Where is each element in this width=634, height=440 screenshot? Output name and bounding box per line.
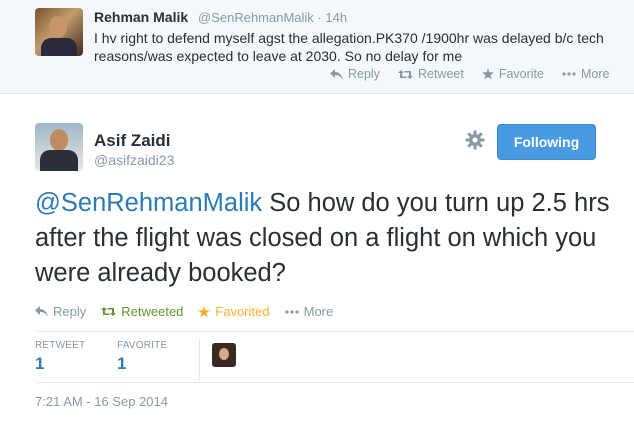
following-button[interactable]: Following (497, 124, 596, 160)
author-name[interactable]: Asif Zaidi (94, 131, 171, 151)
more-dots-icon (562, 72, 576, 76)
parent-retweet-button[interactable]: Retweet (397, 67, 464, 81)
tweet-actions: Reply Retweeted Favorited More (35, 304, 348, 319)
parent-favorite-button[interactable]: Favorite (481, 67, 544, 81)
favorite-star-icon (198, 305, 211, 317)
retweeted-label: Retweeted (121, 304, 184, 319)
more-button[interactable]: More (285, 304, 334, 319)
reply-button[interactable]: Reply (35, 304, 86, 319)
avatar-body (41, 38, 77, 56)
reply-icon (330, 68, 343, 80)
gear-icon[interactable] (465, 130, 485, 150)
avatar-face (219, 348, 229, 360)
mention-link[interactable]: @SenRehmanMalik (35, 189, 262, 217)
favorite-star-icon (481, 68, 494, 80)
parent-retweet-label: Retweet (417, 67, 464, 81)
favorite-stat[interactable]: FAVORITE 1 (117, 340, 167, 374)
more-label: More (303, 304, 334, 319)
parent-author-name[interactable]: Rehman Malik (94, 9, 188, 25)
favoriter-avatar[interactable] (212, 343, 236, 367)
rehman-malik-avatar[interactable] (35, 8, 83, 56)
parent-more-label: More (580, 67, 610, 81)
parent-more-button[interactable]: More (562, 67, 609, 81)
avatar-face (50, 129, 68, 151)
parent-favorite-label: Favorite (498, 67, 544, 81)
tweet-timestamp[interactable]: 7:21 AM - 16 Sep 2014 (35, 394, 168, 409)
asif-zaidi-avatar[interactable] (35, 123, 83, 171)
parent-reply-label: Reply (348, 67, 380, 81)
retweet-count[interactable]: 1 (35, 354, 85, 374)
parent-tweet-actions: Reply Retweet Favorite More (330, 67, 609, 81)
retweet-icon (101, 307, 117, 316)
favorited-label: Favorited (215, 304, 270, 319)
parent-tweet-text: I hv right to defend myself agst the all… (94, 30, 604, 64)
avatar-body (40, 150, 78, 171)
favorited-button[interactable]: Favorited (198, 304, 270, 319)
stats-top-divider (35, 331, 634, 332)
stats-bottom-divider (35, 382, 634, 383)
tweet-text: @SenRehmanMalik So how do you turn up 2.… (35, 186, 615, 291)
more-dots-icon (285, 309, 299, 314)
retweet-icon (397, 69, 413, 79)
favorite-stat-label: FAVORITE (117, 340, 168, 351)
retweet-stat[interactable]: RETWEET 1 (35, 340, 85, 374)
parent-author-handle[interactable]: @SenRehmanMalik · 14h (198, 10, 347, 25)
avatar-face (49, 16, 67, 38)
retweeted-button[interactable]: Retweeted (101, 304, 183, 319)
retweet-stat-label: RETWEET (35, 340, 86, 351)
reply-icon (35, 306, 48, 317)
stats-separator (199, 338, 200, 380)
parent-reply-button[interactable]: Reply (330, 67, 380, 81)
reply-label: Reply (53, 304, 87, 319)
author-handle[interactable]: @asifzaidi23 (94, 152, 174, 168)
parent-tweet[interactable]: Rehman Malik @SenRehmanMalik · 14h I hv … (0, 0, 634, 94)
favorite-count[interactable]: 1 (117, 354, 167, 374)
